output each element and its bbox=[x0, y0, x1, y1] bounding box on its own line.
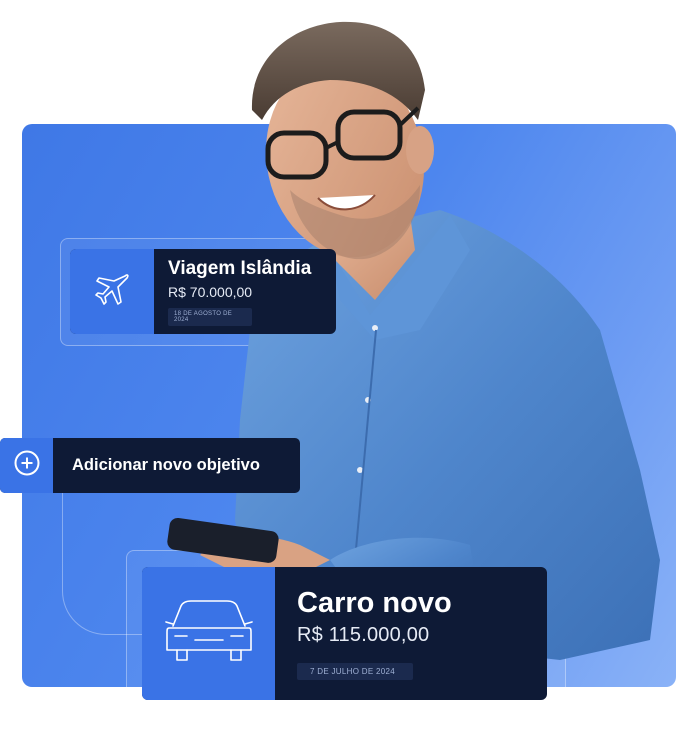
goal-title: Carro novo bbox=[297, 587, 452, 619]
goal-card-carro[interactable]: Carro novo R$ 115.000,00 7 DE JULHO DE 2… bbox=[142, 567, 547, 700]
goal-date: 18 DE AGOSTO DE 2024 bbox=[168, 307, 252, 326]
goal-card-viagem[interactable]: Viagem Islândia R$ 70.000,00 18 DE AGOST… bbox=[70, 249, 336, 334]
add-goal-button[interactable]: Adicionar novo objetivo bbox=[0, 438, 300, 493]
airplane-icon bbox=[91, 268, 133, 315]
goal-amount: R$ 115.000,00 bbox=[297, 624, 430, 646]
goal-title: Viagem Islândia bbox=[168, 257, 312, 279]
goal-card-icon-box bbox=[142, 567, 275, 700]
goal-amount: R$ 70.000,00 bbox=[168, 283, 253, 300]
add-goal-label: Adicionar novo objetivo bbox=[72, 456, 260, 474]
goal-date: 7 DE JULHO DE 2024 bbox=[297, 663, 413, 680]
add-goal-icon-box bbox=[0, 438, 53, 493]
plus-circle-icon bbox=[13, 449, 41, 482]
car-icon bbox=[163, 596, 255, 671]
goal-card-icon-box bbox=[70, 249, 154, 334]
